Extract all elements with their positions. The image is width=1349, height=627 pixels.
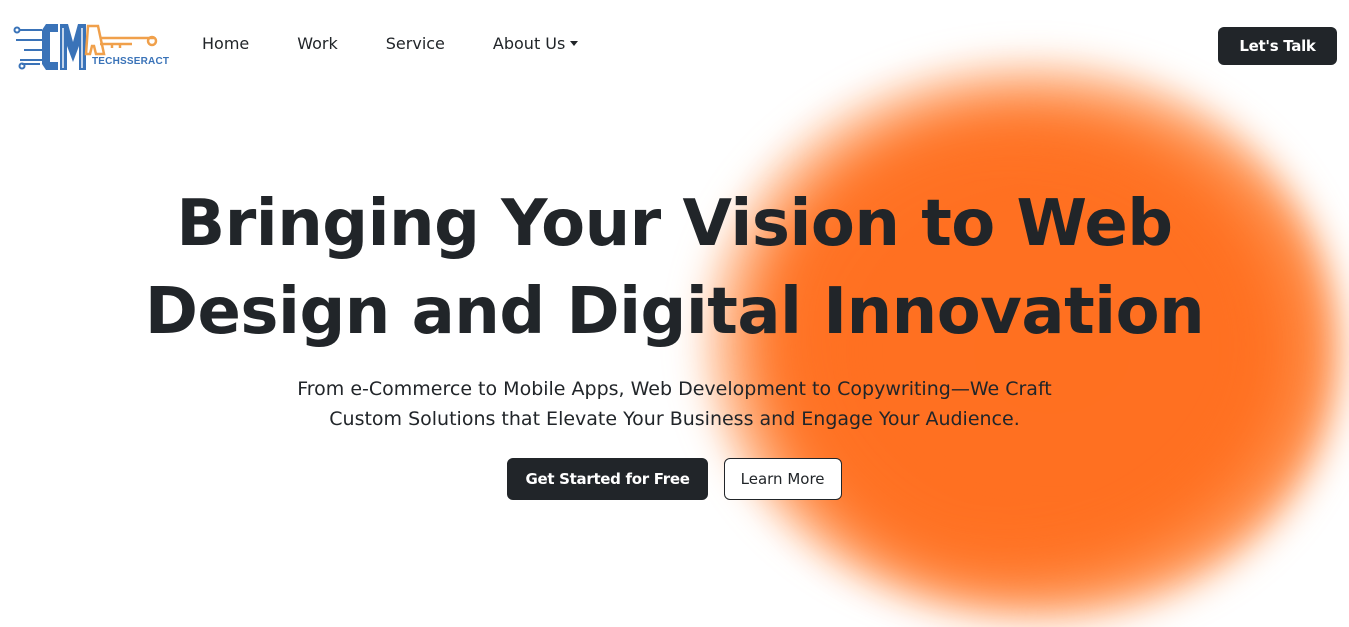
hero-title-line1: Bringing Your Vision to Web	[176, 187, 1173, 261]
hero-subtitle-line1: From e-Commerce to Mobile Apps, Web Deve…	[297, 378, 1052, 400]
hero-section: Bringing Your Vision to Web Design and D…	[0, 180, 1349, 500]
techsseract-logo-icon	[13, 24, 158, 70]
hero-title: Bringing Your Vision to Web Design and D…	[75, 180, 1275, 356]
nav-home-label: Home	[202, 34, 250, 53]
hero-subtitle-line2: Custom Solutions that Elevate Your Busin…	[329, 408, 1020, 430]
lets-talk-button[interactable]: Let's Talk	[1218, 27, 1337, 65]
learn-more-button[interactable]: Learn More	[723, 458, 842, 500]
logo[interactable]: TECHSSERACT	[12, 18, 169, 76]
nav-about-us-dropdown[interactable]: About Us	[492, 34, 579, 53]
hero-subtitle: From e-Commerce to Mobile Apps, Web Deve…	[265, 374, 1085, 434]
caret-down-icon	[570, 41, 579, 46]
hero-actions: Get Started for Free Learn More	[0, 458, 1349, 500]
get-started-button[interactable]: Get Started for Free	[507, 458, 708, 500]
nav-service[interactable]: Service	[386, 34, 445, 53]
main-nav: Home Work Service About Us	[202, 34, 626, 53]
nav-home[interactable]: Home	[202, 34, 249, 53]
page: TECHSSERACT Home Work Service About Us L…	[0, 0, 1349, 627]
nav-work-label: Work	[297, 34, 338, 53]
nav-service-label: Service	[385, 34, 445, 53]
hero-title-line2: Design and Digital Innovation	[144, 275, 1205, 349]
logo-text: TECHSSERACT	[92, 56, 170, 67]
navbar: TECHSSERACT Home Work Service About Us L…	[0, 0, 1349, 92]
nav-about-us-label: About Us	[492, 34, 566, 53]
nav-work[interactable]: Work	[297, 34, 338, 53]
